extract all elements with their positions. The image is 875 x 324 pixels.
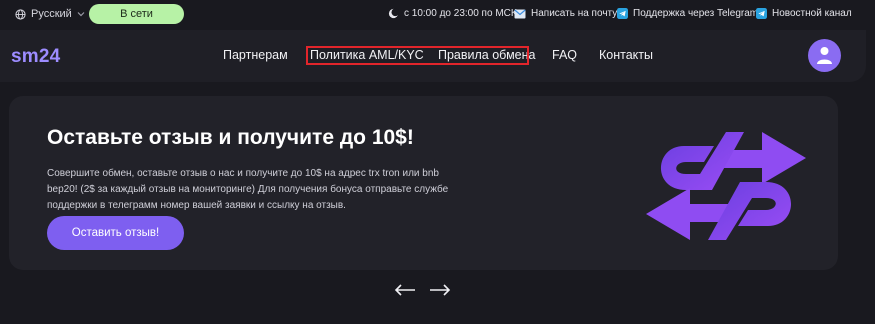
language-selector[interactable]: Русский <box>15 8 85 20</box>
arrow-left-icon[interactable] <box>394 284 416 296</box>
promo-banner: Оставьте отзыв и получите до 10$! Соверш… <box>9 96 838 270</box>
nav-partners[interactable]: Партнерам <box>223 48 288 62</box>
site-logo[interactable]: sm24 <box>11 46 60 68</box>
chevron-down-icon <box>77 12 85 17</box>
banner-description: Совершите обмен, оставьте отзыв о нас и … <box>47 168 449 211</box>
nav-contacts[interactable]: Контакты <box>599 48 653 62</box>
mail-icon <box>514 9 526 18</box>
nav-faq[interactable]: FAQ <box>552 48 577 62</box>
email-link-label: Написать на почту <box>531 8 618 19</box>
exchange-arrows-icon <box>646 132 806 240</box>
user-avatar-button[interactable] <box>808 39 841 72</box>
email-link[interactable]: Написать на почту <box>514 8 617 19</box>
working-hours: с 10:00 до 23:00 по МСК <box>388 8 517 19</box>
news-channel-link[interactable]: Новостной канал <box>756 8 852 19</box>
online-status-badge: В сети <box>89 4 184 24</box>
globe-icon <box>15 8 26 20</box>
main-navbar: sm24 Партнерам Политика AML/KYC Правила … <box>0 30 866 82</box>
working-hours-text: с 10:00 до 23:00 по МСК <box>404 8 517 19</box>
news-channel-label: Новостной канал <box>772 8 852 19</box>
arrow-right-icon[interactable] <box>429 284 451 296</box>
telegram-icon <box>756 8 767 19</box>
leave-review-button[interactable]: Оставить отзыв! <box>47 216 184 250</box>
language-label: Русский <box>31 8 72 20</box>
user-icon <box>817 47 832 64</box>
telegram-icon <box>617 8 628 19</box>
telegram-support-label: Поддержка через Telegram <box>633 8 759 19</box>
banner-title: Оставьте отзыв и получите до 10$! <box>47 126 414 149</box>
telegram-support-link[interactable]: Поддержка через Telegram <box>617 8 758 19</box>
top-bar: Русский В сети с 10:00 до 23:00 по МСК Н… <box>0 0 875 30</box>
moon-icon <box>388 8 399 19</box>
highlight-box <box>306 46 529 65</box>
